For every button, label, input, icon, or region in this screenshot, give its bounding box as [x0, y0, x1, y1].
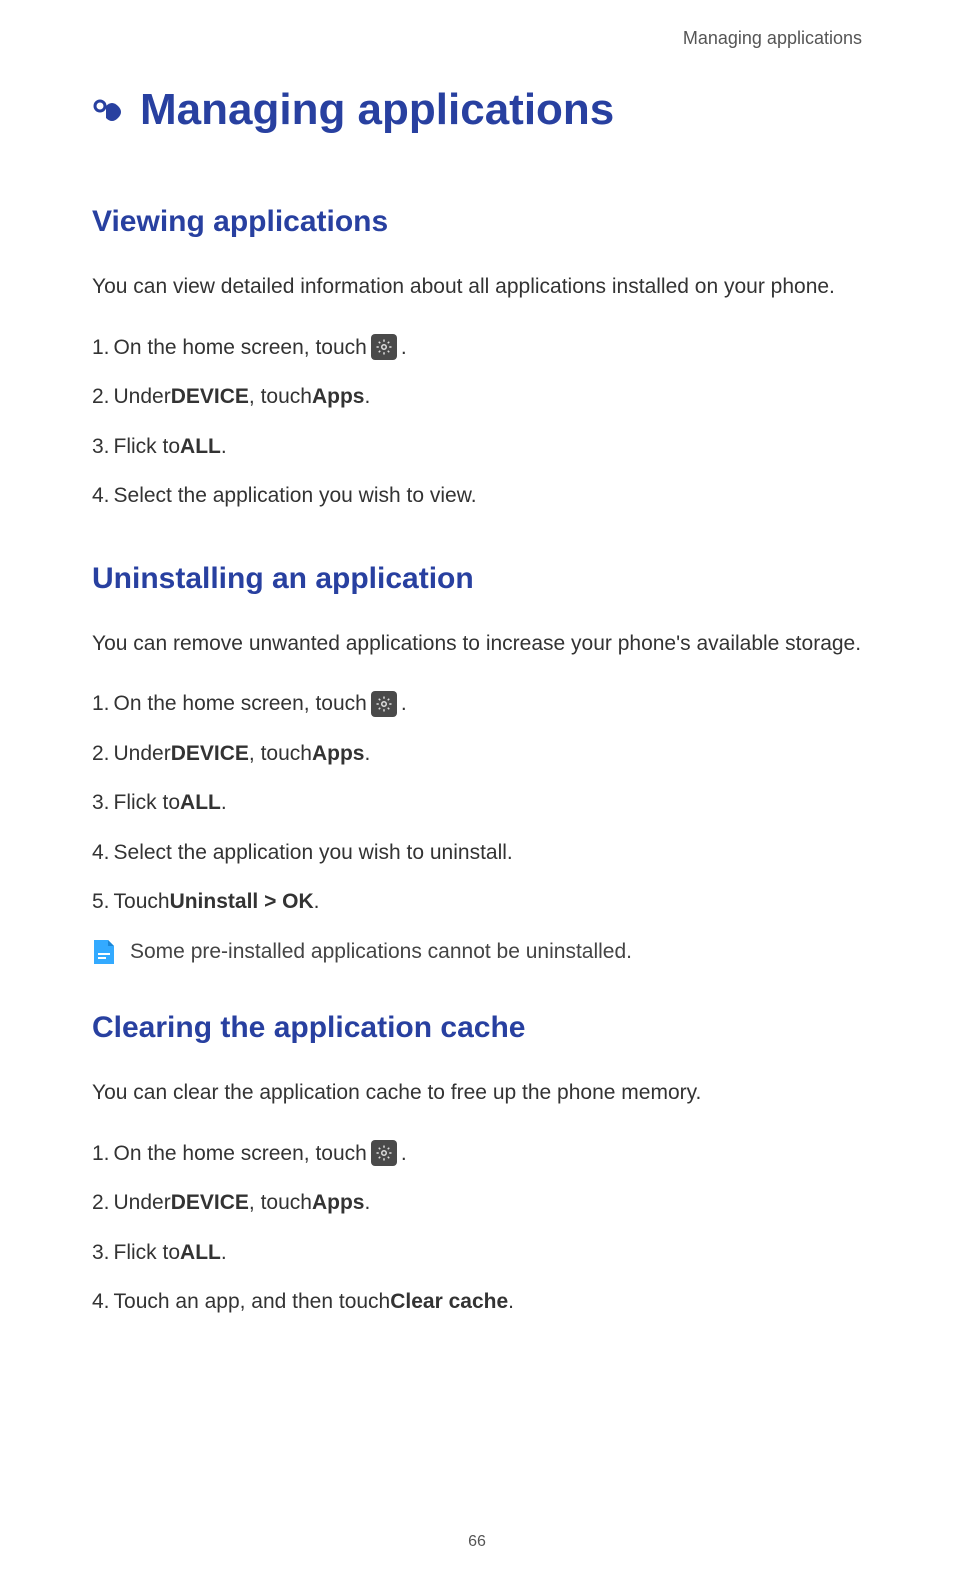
- step-number: 2.: [92, 738, 110, 770]
- step-text: .: [401, 1138, 407, 1170]
- bold-text: ALL: [180, 431, 221, 463]
- step-item: 3. Flick to ALL .: [92, 787, 862, 819]
- step-number: 1.: [92, 332, 110, 364]
- section-intro-cache: You can clear the application cache to f…: [92, 1077, 862, 1110]
- settings-gear-icon: [371, 334, 397, 360]
- section-heading-uninstall: Uninstalling an application: [92, 562, 862, 596]
- step-item: 2. Under DEVICE , touch Apps .: [92, 381, 862, 413]
- step-text: .: [221, 1237, 227, 1269]
- bold-text: DEVICE: [171, 381, 249, 413]
- page-number: 66: [468, 1533, 486, 1551]
- step-text: Under: [114, 1187, 171, 1219]
- step-item: 1. On the home screen, touch .: [92, 332, 862, 364]
- step-text: .: [314, 886, 320, 918]
- step-text: Flick to: [114, 1237, 181, 1269]
- step-text: .: [221, 431, 227, 463]
- chapter-title-row: Managing applications: [92, 85, 862, 135]
- step-text: On the home screen, touch: [114, 332, 367, 364]
- step-text: , touch: [249, 1187, 312, 1219]
- note-document-icon: [92, 938, 116, 966]
- chapter-icon: [92, 92, 128, 128]
- note-text: Some pre-installed applications cannot b…: [130, 936, 632, 968]
- section-cache: Clearing the application cache You can c…: [92, 1011, 862, 1318]
- step-item: 5. Touch Uninstall > OK .: [92, 886, 862, 918]
- step-item: 2. Under DEVICE , touch Apps .: [92, 738, 862, 770]
- step-number: 4.: [92, 480, 110, 512]
- step-text: .: [364, 1187, 370, 1219]
- section-intro-uninstall: You can remove unwanted applications to …: [92, 628, 862, 661]
- step-text: .: [221, 787, 227, 819]
- step-text: Under: [114, 381, 171, 413]
- step-number: 4.: [92, 1286, 110, 1318]
- step-text: Under: [114, 738, 171, 770]
- step-number: 5.: [92, 886, 110, 918]
- section-heading-cache: Clearing the application cache: [92, 1011, 862, 1045]
- bold-text: DEVICE: [171, 738, 249, 770]
- step-number: 3.: [92, 1237, 110, 1269]
- section-intro-viewing: You can view detailed information about …: [92, 271, 862, 304]
- section-heading-viewing: Viewing applications: [92, 205, 862, 239]
- bold-text: Uninstall > OK: [170, 886, 314, 918]
- step-list-cache: 1. On the home screen, touch . 2. Under …: [92, 1138, 862, 1318]
- chapter-title: Managing applications: [140, 85, 614, 135]
- step-number: 1.: [92, 1138, 110, 1170]
- step-number: 1.: [92, 688, 110, 720]
- step-list-uninstall: 1. On the home screen, touch . 2. Under …: [92, 688, 862, 918]
- step-text: Select the application you wish to view.: [114, 480, 477, 512]
- step-item: 1. On the home screen, touch .: [92, 1138, 862, 1170]
- page-content: Managing applications Viewing applicatio…: [0, 0, 954, 1318]
- step-text: , touch: [249, 738, 312, 770]
- step-text: Select the application you wish to unins…: [114, 837, 513, 869]
- step-text: , touch: [249, 381, 312, 413]
- step-item: 3. Flick to ALL .: [92, 431, 862, 463]
- step-number: 3.: [92, 787, 110, 819]
- settings-gear-icon: [371, 1140, 397, 1166]
- bold-text: Apps: [312, 738, 365, 770]
- step-text: Flick to: [114, 431, 181, 463]
- step-text: On the home screen, touch: [114, 1138, 367, 1170]
- bold-text: ALL: [180, 787, 221, 819]
- step-number: 4.: [92, 837, 110, 869]
- step-item: 4. Select the application you wish to un…: [92, 837, 862, 869]
- step-text: On the home screen, touch: [114, 688, 367, 720]
- bold-text: ALL: [180, 1237, 221, 1269]
- step-text: .: [401, 688, 407, 720]
- bold-text: Clear cache: [390, 1286, 508, 1318]
- step-number: 3.: [92, 431, 110, 463]
- bold-text: DEVICE: [171, 1187, 249, 1219]
- step-text: Touch: [114, 886, 170, 918]
- section-uninstall: Uninstalling an application You can remo…: [92, 562, 862, 968]
- breadcrumb: Managing applications: [683, 28, 862, 49]
- step-text: .: [364, 381, 370, 413]
- step-item: 4. Select the application you wish to vi…: [92, 480, 862, 512]
- step-text: .: [508, 1286, 514, 1318]
- step-item: 3. Flick to ALL .: [92, 1237, 862, 1269]
- settings-gear-icon: [371, 691, 397, 717]
- step-item: 2. Under DEVICE , touch Apps .: [92, 1187, 862, 1219]
- step-number: 2.: [92, 381, 110, 413]
- step-text: .: [401, 332, 407, 364]
- step-list-viewing: 1. On the home screen, touch . 2. Under …: [92, 332, 862, 512]
- step-text: Touch an app, and then touch: [114, 1286, 391, 1318]
- step-item: 4. Touch an app, and then touch Clear ca…: [92, 1286, 862, 1318]
- note-row: Some pre-installed applications cannot b…: [92, 936, 862, 968]
- bold-text: Apps: [312, 381, 365, 413]
- bold-text: Apps: [312, 1187, 365, 1219]
- step-item: 1. On the home screen, touch .: [92, 688, 862, 720]
- step-text: Flick to: [114, 787, 181, 819]
- step-text: .: [364, 738, 370, 770]
- section-viewing: Viewing applications You can view detail…: [92, 205, 862, 512]
- step-number: 2.: [92, 1187, 110, 1219]
